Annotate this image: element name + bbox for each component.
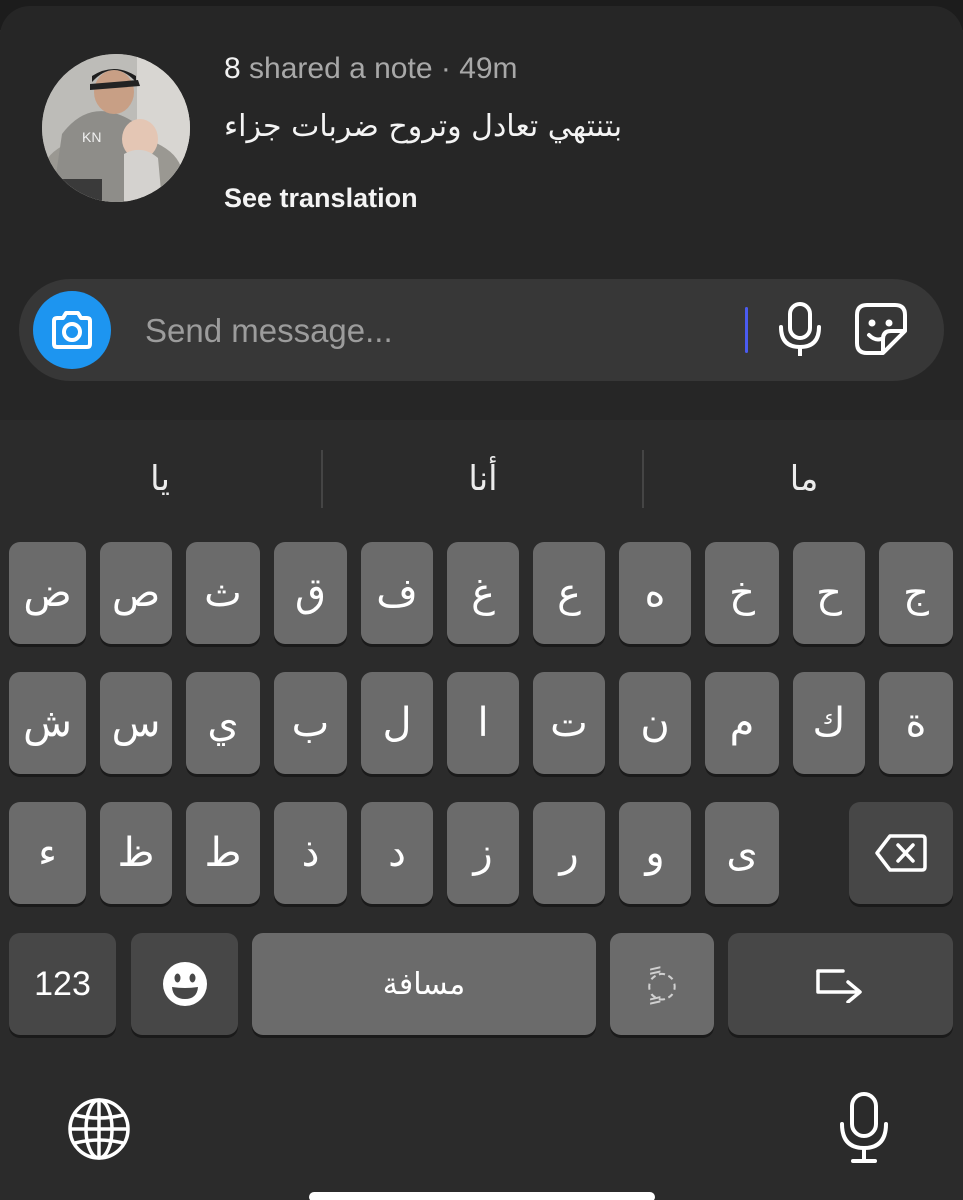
key[interactable]: ف (361, 542, 433, 644)
key[interactable]: ط (186, 802, 260, 904)
key[interactable]: ة (879, 672, 953, 774)
key[interactable]: ك (793, 672, 865, 774)
microphone-icon (779, 302, 821, 356)
key[interactable]: ز (447, 802, 519, 904)
backspace-key[interactable] (849, 802, 953, 904)
emoji-icon (162, 962, 207, 1006)
suggestion-item[interactable]: أنا (323, 450, 643, 508)
note-author[interactable]: 8 (224, 52, 241, 85)
suggestion-item[interactable]: ما (644, 450, 963, 508)
return-icon (815, 969, 862, 1003)
key[interactable]: ت (533, 672, 605, 774)
space-key[interactable]: مسافة (252, 933, 596, 1035)
key[interactable]: ل (361, 672, 433, 774)
arabic-keyboard: يا أنا ما ض ص ث ق ف غ ع ه خ ح ج ش س ي ب … (0, 420, 963, 1200)
key[interactable]: ى (705, 802, 779, 904)
screen: KN 8 shared a note · 49m بتنتهي تعادل وت… (0, 0, 963, 1200)
sticker-icon (855, 303, 907, 355)
note-meta: 8 shared a note · 49m (224, 52, 518, 86)
key[interactable]: د (361, 802, 433, 904)
globe-button[interactable] (66, 1096, 132, 1162)
note-action: shared a note (249, 52, 433, 85)
suggestion-item[interactable]: يا (0, 450, 320, 508)
suggestion-bar: يا أنا ما (0, 450, 963, 508)
key[interactable]: ش (9, 672, 86, 774)
key[interactable]: ج (879, 542, 953, 644)
key[interactable]: ق (274, 542, 347, 644)
note-text: بتنتهي تعادل وتروح ضربات جزاء (224, 109, 623, 144)
key[interactable]: ي (186, 672, 260, 774)
avatar[interactable]: KN (42, 54, 190, 202)
key[interactable]: ه (619, 542, 691, 644)
camera-icon (52, 311, 92, 349)
key[interactable]: م (705, 672, 779, 774)
key[interactable]: ر (533, 802, 605, 904)
key[interactable]: ا (447, 672, 519, 774)
key[interactable]: س (100, 672, 172, 774)
microphone-icon (840, 1092, 888, 1163)
key[interactable]: ث (186, 542, 260, 644)
key[interactable]: ص (100, 542, 172, 644)
return-key[interactable] (728, 933, 953, 1035)
sticker-button[interactable] (853, 301, 913, 359)
home-indicator[interactable] (309, 1192, 655, 1200)
dictation-button[interactable] (836, 1090, 892, 1166)
key[interactable]: ب (274, 672, 347, 774)
key[interactable]: ء (9, 802, 86, 904)
note-time: 49m (459, 52, 518, 85)
message-input[interactable] (143, 299, 747, 363)
key[interactable]: و (619, 802, 691, 904)
key[interactable]: خ (705, 542, 779, 644)
key[interactable]: ض (9, 542, 86, 644)
message-composer (19, 279, 944, 381)
numbers-key[interactable]: 123 (9, 933, 116, 1035)
key[interactable]: ظ (100, 802, 172, 904)
key[interactable]: ذ (274, 802, 347, 904)
svg-text:KN: KN (82, 129, 101, 145)
backspace-icon (875, 834, 927, 872)
emoji-key[interactable] (131, 933, 238, 1035)
note-separator: · (432, 52, 460, 85)
diacritics-key[interactable]: ًٍ◌ (610, 933, 714, 1035)
key[interactable]: غ (447, 542, 519, 644)
key[interactable]: ع (533, 542, 605, 644)
camera-button[interactable] (33, 291, 111, 369)
text-cursor (745, 307, 748, 353)
see-translation-link[interactable]: See translation (224, 183, 418, 214)
globe-icon (68, 1098, 130, 1160)
key[interactable]: ن (619, 672, 691, 774)
voice-message-button[interactable] (775, 301, 825, 359)
key[interactable]: ح (793, 542, 865, 644)
avatar-photo: KN (42, 54, 190, 202)
